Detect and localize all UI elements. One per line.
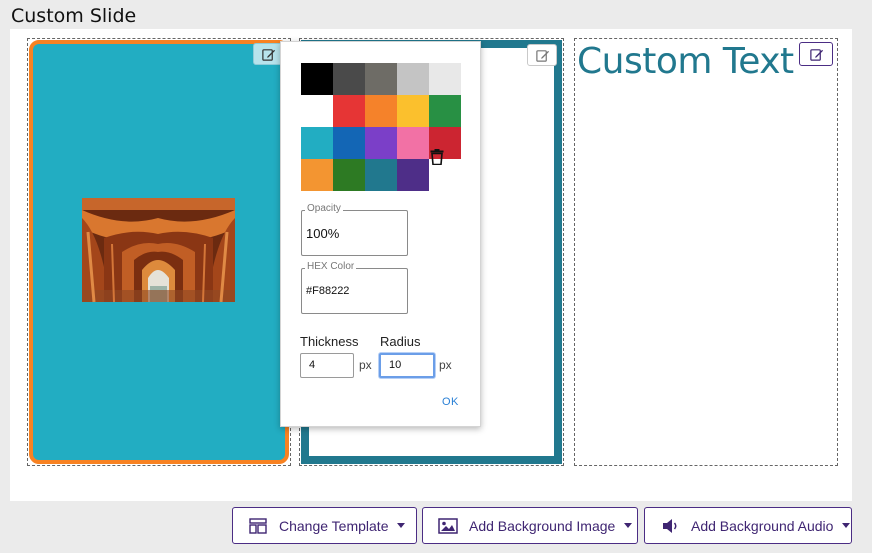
- color-swatch[interactable]: [301, 159, 333, 191]
- border-style-popover: Opacity 100% HEX Color #F88222 Thickness…: [280, 41, 481, 427]
- clear-color-button[interactable]: [425, 145, 449, 169]
- add-background-image-label: Add Background Image: [469, 517, 616, 534]
- color-swatch[interactable]: [365, 63, 397, 95]
- color-swatch[interactable]: [365, 95, 397, 127]
- opacity-field[interactable]: Opacity 100%: [301, 203, 408, 256]
- chevron-down-icon: [842, 523, 851, 528]
- corridor-photo[interactable]: [82, 198, 235, 302]
- thickness-label: Thickness: [300, 334, 359, 349]
- add-background-audio-button[interactable]: Add Background Audio: [644, 507, 852, 544]
- edit-frame-panel-button[interactable]: [527, 44, 557, 66]
- volume-icon: [659, 517, 681, 535]
- color-swatch[interactable]: [301, 127, 333, 159]
- slot-outline-3: [574, 38, 838, 466]
- hex-color-field[interactable]: HEX Color #F88222: [301, 261, 408, 314]
- opacity-label: Opacity: [305, 203, 343, 214]
- radius-label: Radius: [380, 334, 421, 349]
- page-title: Custom Slide: [11, 5, 137, 27]
- color-swatch-grid: [301, 63, 461, 191]
- hex-color-value[interactable]: #F88222: [306, 285, 404, 297]
- add-background-audio-label: Add Background Audio: [691, 517, 834, 534]
- color-swatch[interactable]: [333, 127, 365, 159]
- chevron-down-icon: [624, 523, 633, 528]
- trash-icon: [430, 149, 444, 165]
- thickness-unit: px: [359, 358, 372, 372]
- color-swatch[interactable]: [333, 95, 365, 127]
- edit-text-panel-button[interactable]: [799, 42, 833, 66]
- color-swatch[interactable]: [397, 63, 429, 95]
- color-swatch[interactable]: [365, 127, 397, 159]
- edit-icon: [535, 49, 549, 62]
- opacity-value[interactable]: 100%: [306, 226, 404, 241]
- color-swatch[interactable]: [301, 95, 333, 127]
- change-template-label: Change Template: [279, 517, 389, 534]
- radius-unit: px: [439, 358, 452, 372]
- hex-color-label: HEX Color: [305, 261, 357, 272]
- color-swatch[interactable]: [333, 63, 365, 95]
- color-swatch[interactable]: [429, 63, 461, 95]
- chevron-down-icon: [397, 523, 406, 528]
- custom-text[interactable]: Custom Text: [577, 41, 794, 82]
- edit-icon: [809, 48, 823, 61]
- color-swatch[interactable]: [397, 95, 429, 127]
- color-swatch[interactable]: [429, 95, 461, 127]
- add-background-image-button[interactable]: Add Background Image: [422, 507, 638, 544]
- edit-image-panel-button[interactable]: [253, 43, 283, 65]
- ok-button[interactable]: OK: [442, 396, 459, 408]
- color-swatch[interactable]: [301, 63, 333, 95]
- image-icon: [437, 517, 459, 535]
- radius-input[interactable]: 10: [379, 353, 435, 378]
- change-template-button[interactable]: Change Template: [232, 507, 417, 544]
- thickness-input[interactable]: 4: [300, 353, 354, 378]
- color-swatch[interactable]: [333, 159, 365, 191]
- color-swatch[interactable]: [365, 159, 397, 191]
- edit-icon: [261, 48, 275, 61]
- layout-icon: [247, 517, 269, 535]
